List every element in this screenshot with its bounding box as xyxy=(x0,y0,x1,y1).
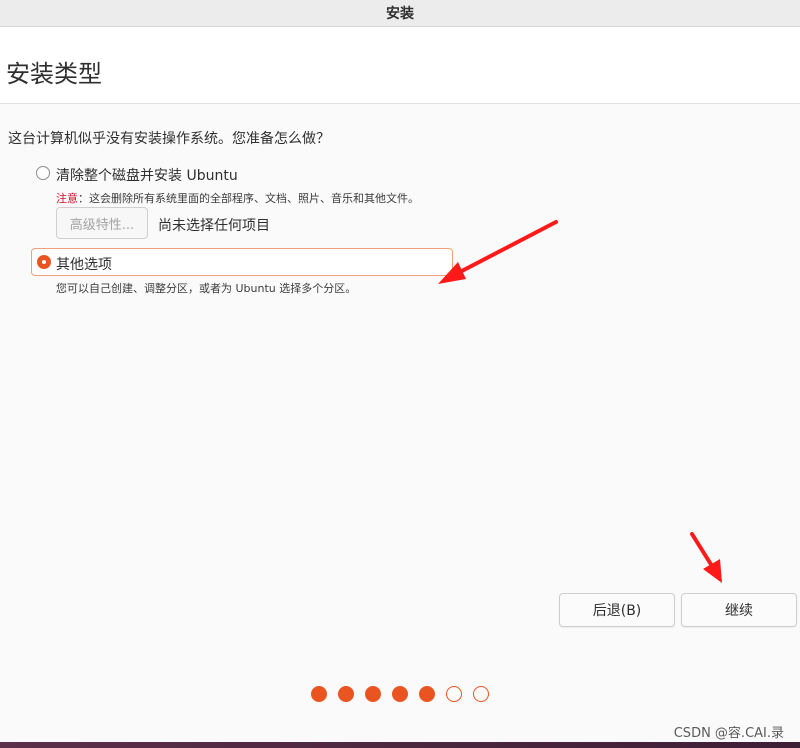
page-header: 安装类型 xyxy=(0,27,800,104)
progress-dot-pending xyxy=(446,686,462,702)
progress-dot-complete xyxy=(311,686,327,702)
option-erase-disk-label[interactable]: 清除整个磁盘并安装 Ubuntu xyxy=(56,165,238,185)
installer-window: 安装 安装类型 这台计算机似乎没有安装操作系统。您准备怎么做？ 清除整个磁盘并安… xyxy=(0,0,800,748)
install-progress xyxy=(311,686,500,702)
progress-dot-complete xyxy=(419,686,435,702)
progress-dot-complete xyxy=(392,686,408,702)
warning-prefix: 注意 xyxy=(56,192,78,205)
progress-dot-pending xyxy=(473,686,489,702)
continue-button[interactable]: 继续 xyxy=(681,593,797,627)
window-titlebar: 安装 xyxy=(0,0,800,27)
advanced-features-button[interactable]: 高级特性... xyxy=(56,207,148,239)
option-something-else-label[interactable]: 其他选项 xyxy=(56,254,112,274)
radio-erase-disk[interactable] xyxy=(36,166,50,180)
erase-disk-warning: 注意：这会删除所有系统里面的全部程序、文档、照片、音乐和其他文件。 xyxy=(56,190,419,206)
progress-dot-complete xyxy=(365,686,381,702)
csdn-watermark: CSDN @容.CAI.录 xyxy=(673,726,784,741)
annotation-layer xyxy=(438,220,722,583)
install-question: 这台计算机似乎没有安装操作系统。您准备怎么做？ xyxy=(8,131,330,147)
radio-something-else[interactable] xyxy=(37,255,51,269)
advanced-features-status: 尚未选择任何项目 xyxy=(158,218,270,234)
back-button[interactable]: 后退(B) xyxy=(559,593,675,627)
something-else-description: 您可以自己创建、调整分区，或者为 Ubuntu 选择多个分区。 xyxy=(56,282,357,295)
desktop-strip xyxy=(0,742,800,748)
red-arrow-icon xyxy=(690,532,722,583)
page-title: 安装类型 xyxy=(6,60,102,88)
red-arrow-icon xyxy=(438,220,558,284)
window-title: 安装 xyxy=(386,6,414,22)
progress-dot-complete xyxy=(338,686,354,702)
warning-text: ：这会删除所有系统里面的全部程序、文档、照片、音乐和其他文件。 xyxy=(78,192,419,205)
